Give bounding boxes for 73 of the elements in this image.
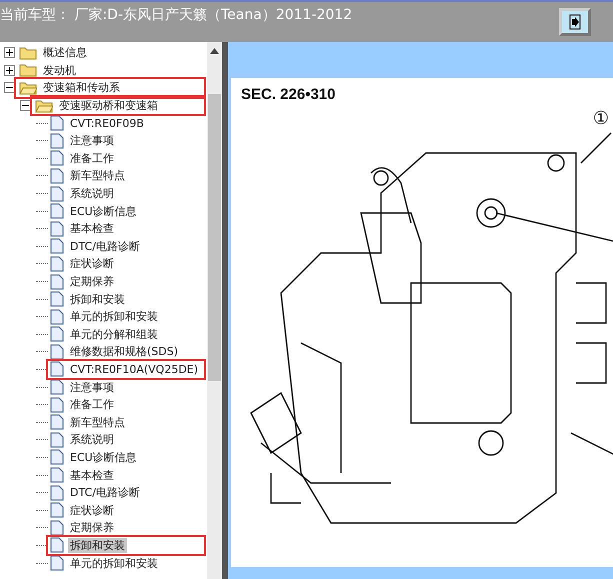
document-icon bbox=[50, 361, 64, 378]
tree-item[interactable]: 注意事项 bbox=[68, 133, 116, 148]
plus-icon bbox=[6, 49, 13, 56]
document-icon bbox=[50, 186, 64, 202]
document-icon bbox=[50, 150, 64, 166]
tree-item[interactable]: DTC/电路诊断 bbox=[68, 485, 142, 500]
tree-item[interactable]: 单元的拆卸和安装 bbox=[68, 556, 160, 571]
document-icon bbox=[50, 344, 64, 360]
exit-button[interactable] bbox=[559, 8, 591, 36]
document-icon bbox=[50, 414, 64, 430]
document-icon bbox=[50, 308, 64, 325]
tree-item[interactable]: 系统说明 bbox=[68, 432, 116, 448]
tree-item[interactable]: CVT:RE0F10A(VQ25DE) bbox=[68, 362, 200, 376]
tree-item[interactable]: ECU诊断信息 bbox=[68, 204, 139, 219]
document-icon bbox=[50, 537, 64, 554]
tree-item[interactable]: CVT:RE0F09B bbox=[68, 116, 146, 130]
plus-icon bbox=[6, 66, 13, 74]
tree-item[interactable]: 拆卸和安装 bbox=[68, 538, 127, 553]
tree-item[interactable]: 新车型特点 bbox=[68, 168, 127, 184]
folder-icon bbox=[19, 46, 37, 60]
document-icon bbox=[50, 203, 64, 220]
tree-item[interactable]: 定期保养 bbox=[68, 274, 116, 290]
document-icon bbox=[50, 115, 64, 132]
document-icon bbox=[50, 291, 64, 308]
open-folder-icon bbox=[35, 98, 53, 113]
open-folder-icon bbox=[19, 80, 37, 95]
scroll-up-icon[interactable] bbox=[210, 48, 219, 54]
document-icon bbox=[50, 220, 64, 237]
document-icon bbox=[50, 132, 64, 149]
expand-toggle[interactable] bbox=[4, 47, 15, 58]
document-icon bbox=[50, 274, 64, 290]
tree-item[interactable]: 变速驱动桥和变速箱 bbox=[57, 98, 160, 114]
document-icon bbox=[50, 168, 64, 184]
collapse-toggle[interactable] bbox=[4, 82, 15, 94]
document-icon bbox=[50, 256, 64, 272]
tree-item[interactable]: 发动机 bbox=[41, 62, 78, 78]
document-icon bbox=[50, 555, 64, 572]
tree-item[interactable]: 变速箱和传动系 bbox=[41, 80, 122, 96]
tree-item[interactable]: ECU诊断信息 bbox=[68, 450, 139, 465]
tree-item[interactable]: 概述信息 bbox=[41, 45, 89, 60]
tree-item[interactable]: 系统说明 bbox=[68, 186, 116, 202]
tree-item[interactable]: 基本检查 bbox=[68, 468, 116, 483]
window-title: 当前车型： 厂家:D-东风日产天籁（Teana）2011-2012 bbox=[0, 6, 352, 24]
scrollbar[interactable] bbox=[207, 42, 222, 579]
tree-item[interactable]: 症状诊断 bbox=[68, 502, 116, 518]
tree-item[interactable]: DTC/电路诊断 bbox=[68, 238, 142, 254]
document-icon bbox=[50, 502, 64, 518]
tree-item[interactable]: 注意事项 bbox=[68, 380, 116, 395]
section-code: SEC. 226•310 bbox=[241, 86, 336, 103]
tree-item[interactable]: 定期保养 bbox=[68, 520, 116, 536]
collapse-toggle[interactable] bbox=[20, 100, 31, 112]
tree-item[interactable]: 维修数据和规格(SDS) bbox=[68, 344, 180, 360]
document-icon bbox=[50, 467, 64, 484]
document-icon bbox=[50, 396, 64, 413]
expand-toggle[interactable] bbox=[4, 64, 15, 76]
tree-item[interactable]: 单元的拆卸和安装 bbox=[68, 309, 160, 324]
scrollbar-thumb[interactable] bbox=[208, 94, 221, 381]
document-icon bbox=[50, 449, 64, 466]
tree-item[interactable]: 症状诊断 bbox=[68, 256, 116, 272]
callout-number: ① bbox=[592, 108, 609, 129]
document-icon bbox=[50, 379, 64, 396]
tree-item[interactable]: 准备工作 bbox=[68, 150, 116, 166]
document-icon bbox=[50, 238, 64, 254]
document-icon bbox=[50, 326, 64, 342]
tree-item[interactable]: 基本检查 bbox=[68, 221, 116, 236]
document-icon bbox=[50, 520, 64, 536]
tree-item[interactable]: 新车型特点 bbox=[68, 414, 127, 430]
document-icon bbox=[50, 484, 64, 501]
document-icon bbox=[50, 432, 64, 448]
tree-item[interactable]: 拆卸和安装 bbox=[68, 292, 127, 307]
tree-item[interactable]: 单元的分解和组装 bbox=[68, 326, 160, 342]
tree-item[interactable]: 准备工作 bbox=[68, 397, 116, 412]
folder-icon bbox=[19, 63, 37, 78]
